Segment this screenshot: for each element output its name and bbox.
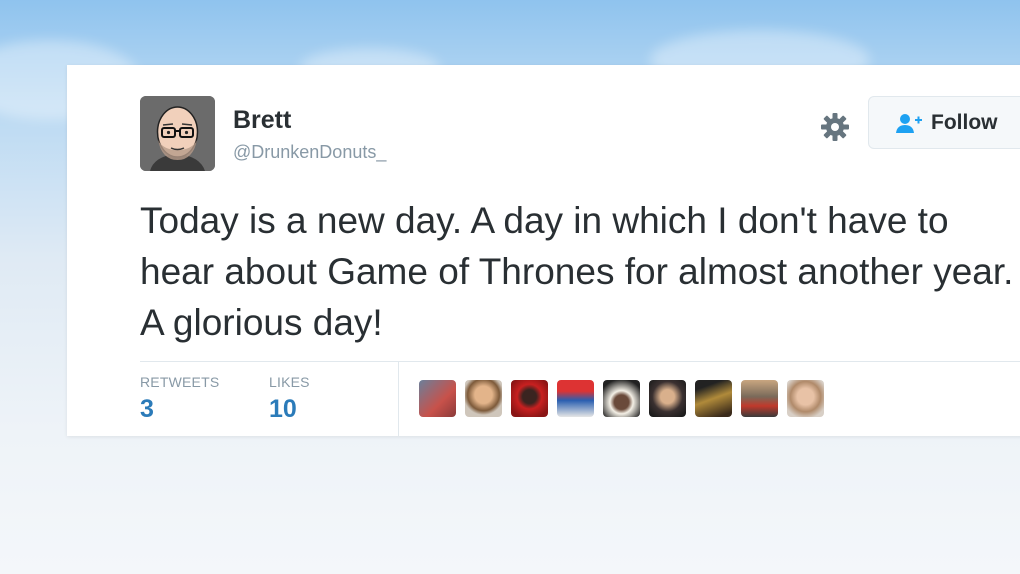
likers-avatar-list — [419, 380, 824, 417]
divider — [140, 361, 1020, 362]
liker-avatar[interactable] — [511, 380, 548, 417]
tweet-text: Today is a new day. A day in which I don… — [140, 200, 1014, 343]
likes-count[interactable]: 10 — [269, 395, 297, 424]
likes-label: LIKES — [269, 374, 310, 390]
liker-avatar[interactable] — [557, 380, 594, 417]
follow-button-label: Follow — [931, 110, 998, 134]
divider — [398, 362, 399, 436]
bald-man-avatar-icon — [140, 96, 215, 171]
retweets-label: RETWEETS — [140, 374, 220, 390]
liker-avatar[interactable] — [465, 380, 502, 417]
liker-avatar[interactable] — [741, 380, 778, 417]
liker-avatar[interactable] — [649, 380, 686, 417]
liker-avatar[interactable] — [603, 380, 640, 417]
author-name[interactable]: Brett — [233, 106, 291, 135]
liker-avatar[interactable] — [419, 380, 456, 417]
liker-avatar[interactable] — [787, 380, 824, 417]
retweets-count[interactable]: 3 — [140, 395, 154, 424]
gear-icon[interactable] — [817, 109, 853, 145]
author-handle[interactable]: @DrunkenDonuts_ — [233, 142, 386, 163]
author-avatar[interactable] — [140, 96, 215, 171]
tweet-card: Brett @DrunkenDonuts_ Follow Today is a … — [67, 65, 1020, 436]
person-add-icon — [896, 113, 922, 133]
follow-button[interactable]: Follow — [868, 96, 1020, 149]
liker-avatar[interactable] — [695, 380, 732, 417]
